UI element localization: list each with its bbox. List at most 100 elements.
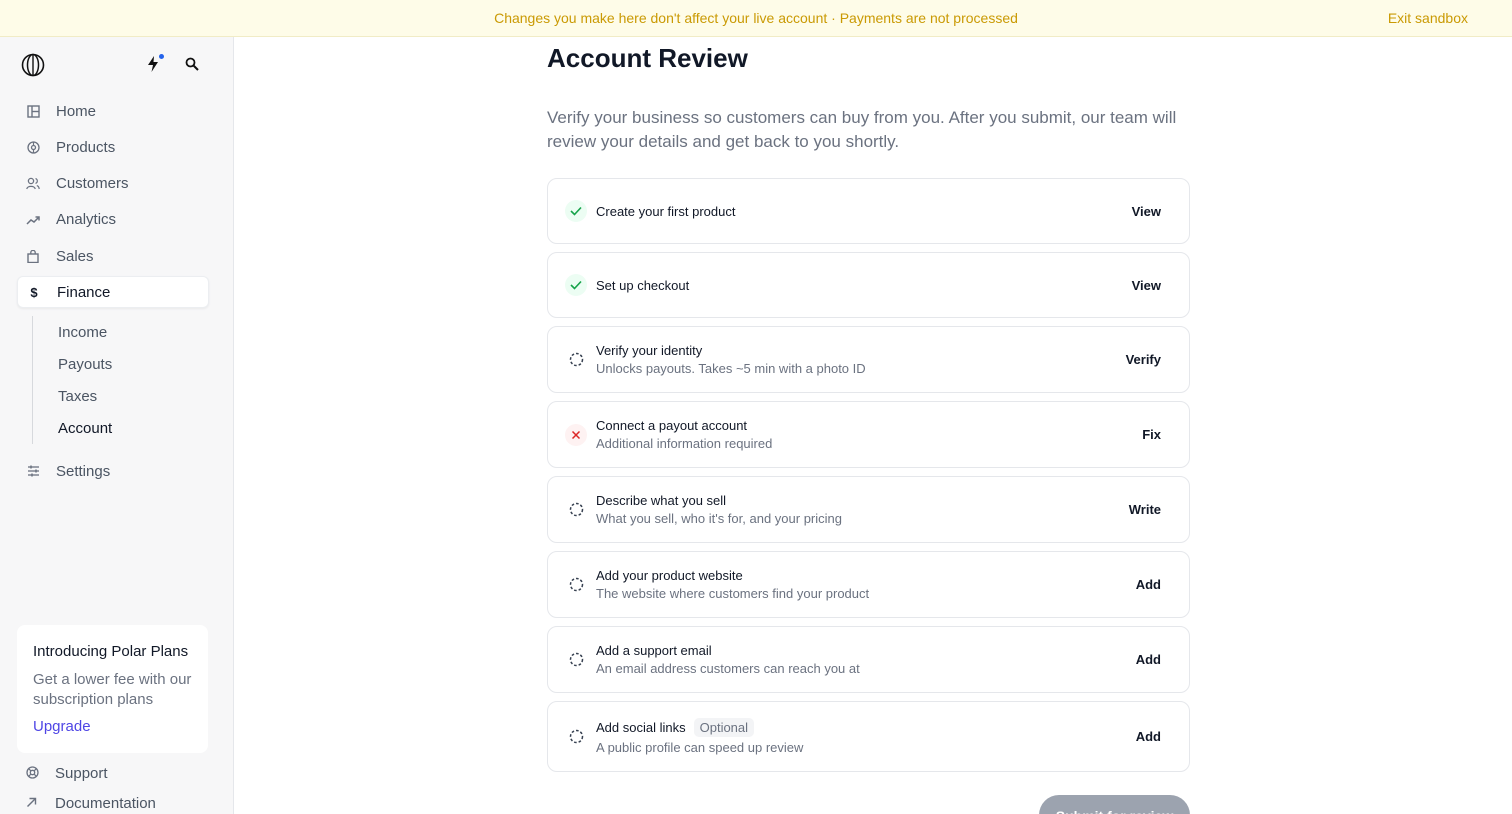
task-title: Create your first product — [596, 203, 736, 219]
task-action-add[interactable]: Add — [1136, 652, 1161, 667]
support-icon — [26, 765, 40, 782]
task-title: Add a support email — [596, 643, 712, 658]
task-action-fix[interactable]: Fix — [1142, 427, 1161, 442]
task-action-add[interactable]: Add — [1136, 577, 1161, 592]
subnav-item-account[interactable]: Account — [33, 412, 208, 444]
task-title-row: Add social links Optional — [596, 718, 803, 737]
task-subtitle: What you sell, who it's for, and your pr… — [596, 511, 842, 526]
nav-item-products[interactable]: Products — [17, 131, 209, 163]
task-social-links: Add social links Optional A public profi… — [547, 701, 1190, 772]
subnav-item-payouts[interactable]: Payouts — [33, 348, 208, 380]
task-status — [565, 349, 587, 371]
pending-circle-icon — [569, 502, 583, 517]
polar-plans-promo: Introducing Polar Plans Get a lower fee … — [17, 625, 208, 753]
notification-dot — [159, 54, 164, 59]
promo-text: Get a lower fee with our subscription pl… — [33, 671, 192, 708]
nav-item-label: Analytics — [56, 211, 117, 229]
users-icon — [26, 177, 40, 191]
nav-item-settings[interactable]: Settings — [17, 455, 209, 487]
sandbox-banner: Changes you make here don't affect your … — [0, 0, 1512, 37]
task-subtitle: Unlocks payouts. Takes ~5 min with a pho… — [596, 361, 866, 376]
task-status — [565, 423, 587, 446]
subnav-item-income[interactable]: Income — [33, 316, 208, 348]
nav-item-label: Customers — [56, 175, 129, 193]
polar-logo-icon[interactable] — [21, 53, 45, 77]
sidebar: Home Products Customers Analytics Sales — [0, 37, 234, 814]
task-title: Set up checkout — [596, 277, 690, 293]
sliders-icon — [26, 464, 40, 478]
nav-item-home[interactable]: Home — [17, 95, 209, 127]
task-subtitle: Additional information required — [596, 436, 773, 451]
check-icon — [570, 280, 582, 290]
nav-item-label: Home — [56, 102, 97, 120]
main-nav: Home Products Customers Analytics Sales — [17, 95, 209, 313]
x-icon — [571, 430, 581, 439]
task-title: Describe what you sell — [596, 493, 727, 508]
promo-title: Introducing Polar Plans — [33, 643, 189, 660]
task-action-add[interactable]: Add — [1136, 729, 1161, 744]
task-text: Connect a payout account Additional info… — [596, 418, 772, 451]
sandbox-message: Changes you make here don't affect your … — [494, 10, 1018, 26]
trending-up-icon — [26, 213, 40, 227]
pending-circle-icon — [569, 577, 583, 592]
task-connect-payout: Connect a payout account Additional info… — [547, 401, 1190, 468]
task-product-website: Add your product website The website whe… — [547, 551, 1190, 618]
nav-item-label: Settings — [56, 462, 111, 480]
shopping-bag-icon — [26, 249, 40, 263]
documentation-label: Documentation — [55, 795, 156, 812]
task-status — [565, 574, 587, 596]
task-title: Add social links — [596, 720, 686, 735]
products-icon — [26, 140, 40, 154]
pending-circle-icon — [569, 652, 583, 667]
nav-item-sales[interactable]: Sales — [17, 240, 209, 272]
task-text: Add your product website The website whe… — [596, 568, 869, 601]
task-status — [565, 274, 587, 296]
task-text: Add social links Optional A public profi… — [596, 718, 803, 755]
task-setup-checkout: Set up checkout View — [547, 252, 1190, 318]
finance-subnav: Income Payouts Taxes Account — [32, 316, 208, 444]
task-verify-identity: Verify your identity Unlocks payouts. Ta… — [547, 326, 1190, 393]
task-text: Verify your identity Unlocks payouts. Ta… — [596, 343, 866, 376]
nav-item-label: Finance — [57, 283, 111, 301]
task-action-write[interactable]: Write — [1129, 502, 1161, 517]
search-icon[interactable] — [185, 57, 199, 71]
exit-sandbox-link[interactable]: Exit sandbox — [1388, 10, 1468, 26]
task-title: Add your product website — [596, 568, 743, 583]
nav-item-finance[interactable]: $ Finance — [17, 276, 209, 309]
task-subtitle: An email address customers can reach you… — [596, 661, 860, 676]
task-subtitle: A public profile can speed up review — [596, 740, 804, 755]
dollar-icon: $ — [30, 284, 38, 300]
task-text: Set up checkout — [596, 278, 689, 293]
nav-item-customers[interactable]: Customers — [17, 168, 209, 200]
check-icon — [570, 206, 582, 216]
settings-wrapper: Settings — [17, 455, 209, 491]
task-title: Connect a payout account — [596, 418, 748, 433]
task-text: Add a support email An email address cus… — [596, 643, 860, 676]
task-support-email: Add a support email An email address cus… — [547, 626, 1190, 693]
pending-circle-icon — [569, 352, 583, 367]
task-describe-sell: Describe what you sell What you sell, wh… — [547, 476, 1190, 543]
subnav-item-taxes[interactable]: Taxes — [33, 380, 208, 412]
support-label: Support — [55, 765, 108, 782]
task-status — [565, 649, 587, 671]
task-status — [565, 726, 587, 748]
task-text: Create your first product — [596, 204, 735, 219]
task-create-product: Create your first product View — [547, 178, 1190, 244]
nav-item-label: Products — [56, 138, 116, 156]
task-action-view[interactable]: View — [1132, 204, 1161, 219]
documentation-link[interactable]: Documentation — [26, 795, 156, 812]
task-action-view[interactable]: View — [1132, 278, 1161, 293]
layout-icon — [26, 104, 40, 118]
nav-item-label: Sales — [56, 247, 94, 265]
task-title: Verify your identity — [596, 343, 703, 358]
task-action-verify[interactable]: Verify — [1126, 352, 1161, 367]
support-link[interactable]: Support — [26, 765, 108, 782]
page-title: Account Review — [547, 43, 748, 73]
arrow-up-right-icon — [26, 796, 40, 811]
optional-badge: Optional — [693, 718, 755, 737]
nav-item-analytics[interactable]: Analytics — [17, 204, 209, 236]
upgrade-link[interactable]: Upgrade — [33, 718, 192, 735]
task-text: Describe what you sell What you sell, wh… — [596, 493, 842, 526]
pending-circle-icon — [569, 729, 583, 744]
submit-for-review-button[interactable]: Submit for review — [1039, 795, 1190, 814]
